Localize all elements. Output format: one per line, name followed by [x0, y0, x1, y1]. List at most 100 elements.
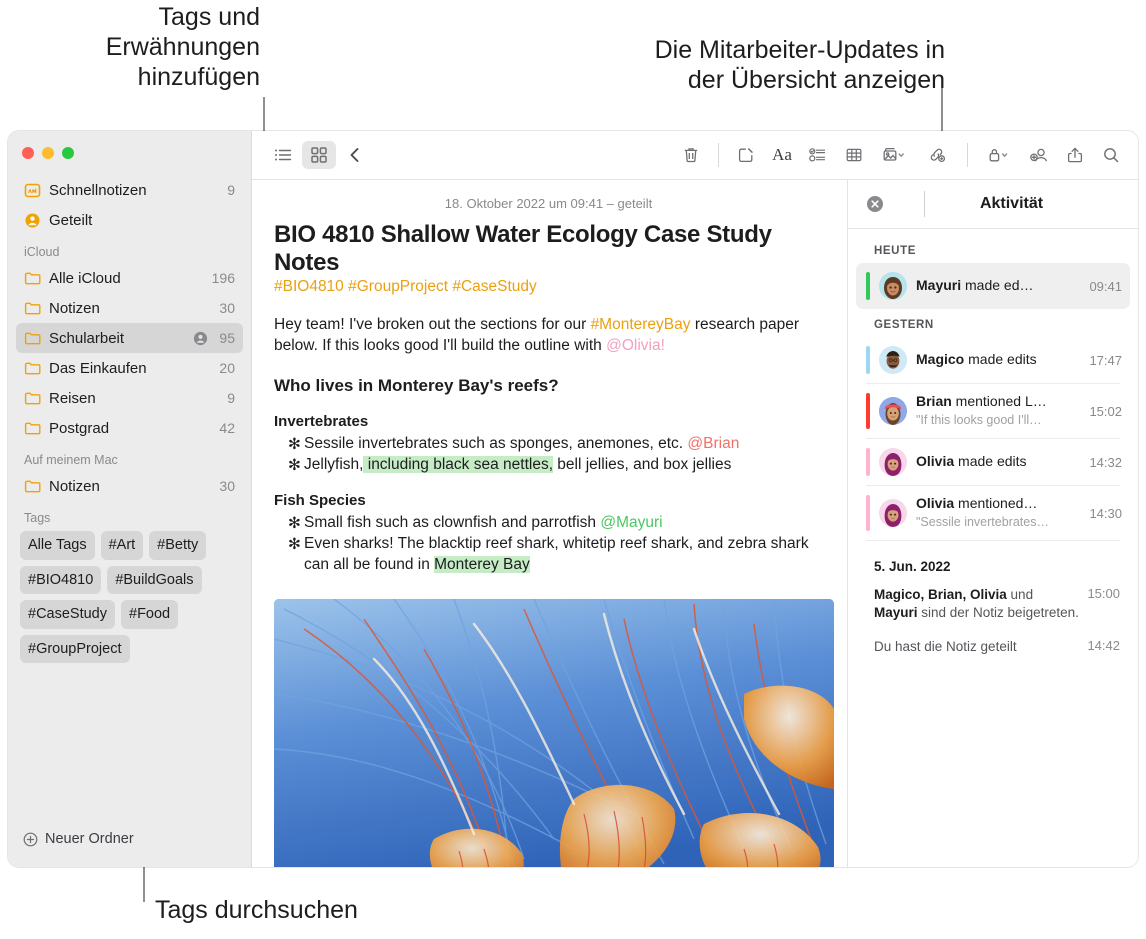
format-text-button[interactable]: Aa — [765, 141, 799, 169]
activity-item-text: Mayuri made ed… — [916, 277, 1080, 295]
list-view-icon[interactable] — [266, 141, 300, 169]
sidebar-item-notizen-mac[interactable]: Notizen 30 — [16, 471, 243, 501]
intro-mention-olivia[interactable]: @Olivia! — [606, 337, 665, 354]
activity-item-quote: "If this looks good I'll… — [916, 413, 1042, 427]
activity-item-time: 14:30 — [1089, 506, 1122, 521]
sidebar-item-count: 9 — [227, 182, 235, 198]
activity-accent-bar — [866, 393, 870, 429]
activity-item-action: made edits — [964, 351, 1036, 367]
note-date: 18. Oktober 2022 um 09:41 – geteilt — [274, 196, 823, 211]
activity-joined-names: Magico, Brian, Olivia — [874, 587, 1007, 602]
activity-item-olivia-mention[interactable]: Olivia mentioned… "Sessile invertebrates… — [856, 486, 1130, 540]
sidebar-item-label: Postgrad — [49, 420, 211, 437]
activity-item-text: Olivia made edits — [916, 453, 1080, 471]
compose-icon[interactable] — [729, 141, 763, 169]
sidebar-item-geteilt[interactable]: Geteilt — [16, 205, 243, 235]
activity-item-line: Brian mentioned L… — [916, 393, 1047, 409]
sidebar-item-label: Schnellnotizen — [49, 182, 219, 199]
close-window-button[interactable] — [22, 147, 34, 159]
activity-item-quote: "Sessile invertebrates… — [916, 515, 1049, 529]
tag-chip-groupproject[interactable]: #GroupProject — [20, 635, 130, 664]
activity-item-joined: Magico, Brian, Olivia und Mayuri sind de… — [848, 578, 1138, 630]
table-icon[interactable] — [837, 141, 871, 169]
activity-item-mayuri-edits[interactable]: Mayuri made ed… 09:41 — [856, 263, 1130, 309]
main-area: Aa — [252, 131, 1138, 867]
activity-panel: Aktivität HEUTE Mayuri made ed… 09:41 — [847, 180, 1138, 867]
mention-brian[interactable]: @Brian — [687, 435, 739, 452]
activity-item-line: Olivia mentioned… — [916, 495, 1037, 511]
activity-item-line: Magico made edits — [916, 351, 1037, 367]
list-item: ✻Jellyfish, including black sea nettles,… — [274, 454, 823, 475]
share-icon[interactable] — [1058, 141, 1092, 169]
bullet-list-invertebrates: ✻Sessile invertebrates such as sponges, … — [274, 433, 823, 475]
sidebar-item-alle-icloud[interactable]: Alle iCloud 196 — [16, 263, 243, 293]
note-tag-line: #BIO4810 #GroupProject #CaseStudy — [274, 278, 823, 296]
avatar — [879, 448, 907, 476]
bullet-text-pre: Even sharks! The blacktip reef shark, wh… — [304, 535, 809, 573]
tag-chip-buildgoals[interactable]: #BuildGoals — [107, 566, 201, 595]
intro-hashtag[interactable]: #MontereyBay — [591, 316, 691, 333]
sidebar-item-notizen-icloud[interactable]: Notizen 30 — [16, 293, 243, 323]
lock-icon[interactable] — [978, 141, 1020, 169]
tag-chip-bio4810[interactable]: #BIO4810 — [20, 566, 101, 595]
mention-mayuri[interactable]: @Mayuri — [600, 514, 662, 531]
back-chevron-icon[interactable] — [338, 141, 372, 169]
sidebar-item-reisen[interactable]: Reisen 9 — [16, 383, 243, 413]
tag-chip-betty[interactable]: #Betty — [149, 531, 206, 560]
folder-icon — [24, 270, 41, 287]
gallery-view-icon[interactable] — [302, 141, 336, 169]
sidebar-item-das-einkaufen[interactable]: Das Einkaufen 20 — [16, 353, 243, 383]
add-person-icon[interactable] — [1022, 141, 1056, 169]
note-heading: Who lives in Monterey Bay's reefs? — [274, 376, 823, 396]
activity-item-brian-mention[interactable]: Brian mentioned L… "If this looks good I… — [856, 384, 1130, 438]
content-panes: 18. Oktober 2022 um 09:41 – geteilt BIO … — [252, 180, 1138, 867]
trash-icon[interactable] — [674, 141, 708, 169]
activity-item-name: Olivia — [916, 495, 954, 511]
checklist-icon[interactable] — [801, 141, 835, 169]
toolbar-divider-2 — [967, 143, 968, 167]
tag-chip-art[interactable]: #Art — [101, 531, 144, 560]
bullet-text: Small fish such as clownfish and parrotf… — [304, 514, 600, 531]
callout-search-tags: Tags durchsuchen — [155, 895, 575, 925]
activity-item-line: Olivia made edits — [916, 453, 1027, 469]
activity-item-text: Magico made edits — [916, 351, 1080, 369]
tag-chip-food[interactable]: #Food — [121, 600, 178, 629]
sidebar-section-tags: Tags — [8, 501, 251, 529]
sidebar-item-label: Notizen — [49, 300, 211, 317]
toolbar-divider — [718, 143, 719, 167]
minimize-window-button[interactable] — [42, 147, 54, 159]
activity-item-action: mentioned L… — [952, 393, 1047, 409]
callout-activity-overview: Die Mitarbeiter-Updates in der Übersicht… — [560, 35, 945, 95]
highlight-monterey-bay: Monterey Bay — [434, 556, 530, 573]
sidebar-item-schnellnotizen[interactable]: Schnellnotizen 9 — [16, 175, 243, 205]
activity-item-olivia-edits[interactable]: Olivia made edits 14:32 — [856, 439, 1130, 485]
new-folder-button[interactable]: Neuer Ordner — [8, 831, 251, 867]
tag-chip-alle-tags[interactable]: Alle Tags — [20, 531, 95, 560]
note-editor[interactable]: 18. Oktober 2022 um 09:41 – geteilt BIO … — [252, 180, 847, 867]
format-label: Aa — [772, 145, 792, 165]
activity-group-header-gestern: GESTERN — [848, 309, 1138, 337]
list-item: ✻Even sharks! The blacktip reef shark, w… — [274, 533, 823, 575]
sidebar-item-label: Notizen — [49, 478, 211, 495]
note-subheading-invertebrates: Invertebrates — [274, 413, 823, 430]
activity-list[interactable]: HEUTE Mayuri made ed… 09:41 GESTERN — [848, 229, 1138, 867]
sidebar-item-count: 30 — [219, 300, 235, 316]
tag-chip-casestudy[interactable]: #CaseStudy — [20, 600, 115, 629]
link-icon[interactable] — [917, 141, 957, 169]
bullet-star-icon: ✻ — [288, 455, 301, 476]
activity-title: Aktivität — [925, 195, 1138, 213]
search-icon[interactable] — [1094, 141, 1128, 169]
sidebar-item-schularbeit[interactable]: Schularbeit 95 — [16, 323, 243, 353]
maximize-window-button[interactable] — [62, 147, 74, 159]
folder-icon — [24, 478, 41, 495]
activity-item-magico-edits[interactable]: Magico made edits 17:47 — [856, 337, 1130, 383]
bullet-list-fish: ✻Small fish such as clownfish and parrot… — [274, 512, 823, 575]
media-icon[interactable] — [873, 141, 915, 169]
quicknote-icon — [24, 182, 41, 199]
sidebar-item-postgrad[interactable]: Postgrad 42 — [16, 413, 243, 443]
list-item: ✻Small fish such as clownfish and parrot… — [274, 512, 823, 533]
new-folder-label: Neuer Ordner — [45, 831, 134, 847]
close-icon[interactable] — [848, 195, 924, 213]
bullet-star-icon: ✻ — [288, 513, 301, 534]
jellyfish-photo[interactable] — [274, 599, 834, 867]
